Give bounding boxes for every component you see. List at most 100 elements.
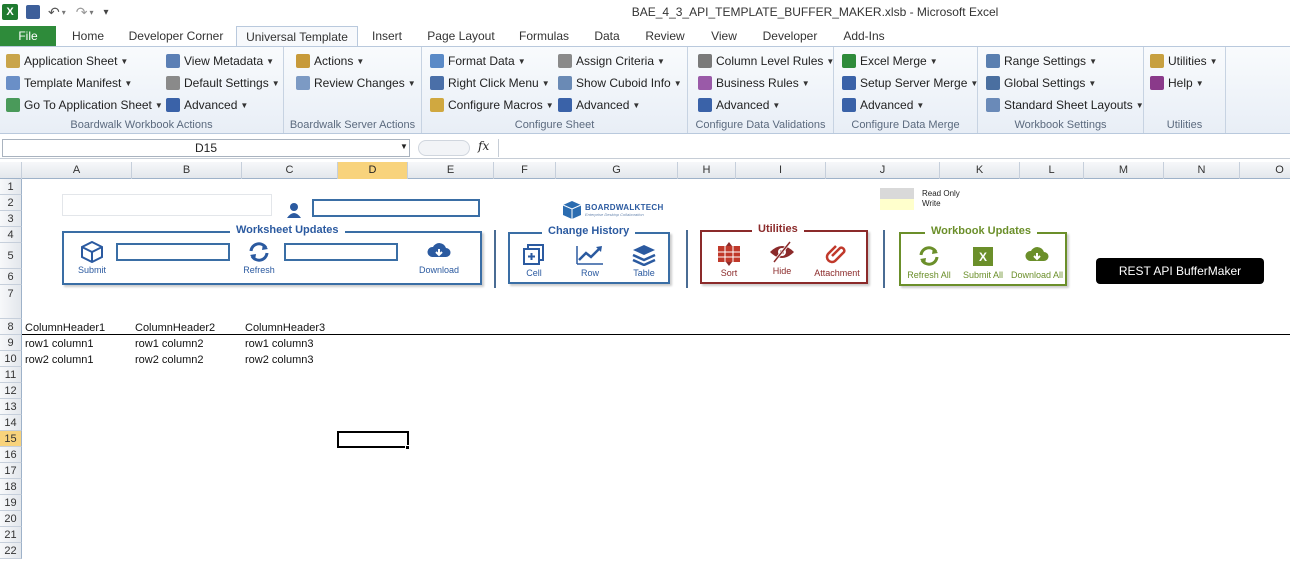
formula-input[interactable] — [498, 139, 1288, 157]
business-rules-button[interactable]: Business Rules ▼ — [698, 74, 810, 92]
row-header[interactable]: 10 — [0, 351, 22, 367]
row-header[interactable]: 9 — [0, 335, 22, 351]
worksheet-input-1[interactable] — [116, 243, 230, 261]
table-cell[interactable]: row2 column2 — [135, 354, 203, 366]
view-metadata-button[interactable]: View Metadata ▼ — [166, 52, 274, 70]
row-header[interactable]: 6 — [0, 269, 22, 285]
row-history-button[interactable]: Row — [572, 244, 608, 278]
column-header[interactable]: I — [736, 162, 826, 179]
table-cell[interactable]: row2 column3 — [245, 354, 313, 366]
column-header[interactable]: A — [22, 162, 132, 179]
submit-all-button[interactable]: X Submit All — [957, 244, 1009, 280]
right-click-menu-button[interactable]: Right Click Menu ▼ — [430, 74, 550, 92]
row-header[interactable]: 5 — [0, 243, 22, 269]
row-header[interactable]: 18 — [0, 479, 22, 495]
table-cell[interactable]: row1 column1 — [25, 338, 93, 350]
table-cell[interactable]: row1 column2 — [135, 338, 203, 350]
table-header[interactable]: ColumnHeader1 — [25, 322, 105, 334]
application-sheet-button[interactable]: Application Sheet ▼ — [6, 52, 128, 70]
submit-button[interactable]: Submit — [74, 240, 110, 275]
setup-server-merge-button[interactable]: Setup Server Merge ▼ — [842, 74, 978, 92]
default-settings-button[interactable]: Default Settings ▼ — [166, 74, 280, 92]
row-header[interactable]: 2 — [0, 195, 22, 211]
template-manifest-button[interactable]: Template Manifest ▼ — [6, 74, 132, 92]
select-all-corner[interactable] — [0, 162, 22, 179]
column-header[interactable]: L — [1020, 162, 1084, 179]
assign-criteria-button[interactable]: Assign Criteria ▼ — [558, 52, 665, 70]
row-header[interactable]: 22 — [0, 543, 22, 559]
actions-button[interactable]: Actions ▼ — [296, 52, 364, 70]
format-data-button[interactable]: Format Data ▼ — [430, 52, 526, 70]
table-header[interactable]: ColumnHeader2 — [135, 322, 215, 334]
tab-file[interactable]: File — [0, 26, 56, 47]
row-header[interactable]: 8 — [0, 319, 22, 335]
tab-developer[interactable]: Developer — [758, 26, 822, 47]
column-header[interactable]: F — [494, 162, 556, 179]
attachment-button[interactable]: Attachment — [812, 242, 862, 278]
row-header[interactable]: 15 — [0, 431, 22, 447]
refresh-all-button[interactable]: Refresh All — [903, 244, 955, 280]
row-header[interactable]: 4 — [0, 227, 22, 243]
login-server-field[interactable] — [62, 194, 272, 216]
column-header[interactable]: H — [678, 162, 736, 179]
row-header[interactable]: 3 — [0, 211, 22, 227]
show-cuboid-info-button[interactable]: Show Cuboid Info ▼ — [558, 74, 682, 92]
rest-api-buffermaker-button[interactable]: REST API BufferMaker — [1096, 258, 1264, 284]
tab-page-layout[interactable]: Page Layout — [424, 26, 498, 47]
tab-universal-template[interactable]: Universal Template — [236, 26, 358, 48]
worksheet-input-2[interactable] — [284, 243, 398, 261]
user-field[interactable] — [312, 199, 480, 217]
formula-expand-handle[interactable] — [418, 140, 470, 156]
fill-handle[interactable] — [405, 445, 410, 450]
tab-review[interactable]: Review — [640, 26, 690, 47]
tab-view[interactable]: View — [704, 26, 744, 47]
hide-button[interactable]: Hide — [762, 240, 802, 276]
name-box-dropdown-icon[interactable]: ▼ — [400, 142, 408, 151]
row-header[interactable]: 13 — [0, 399, 22, 415]
row-header[interactable]: 7 — [0, 285, 22, 319]
tab-insert[interactable]: Insert — [366, 26, 408, 47]
tab-developer-corner[interactable]: Developer Corner — [124, 26, 228, 47]
active-cell[interactable] — [337, 431, 409, 448]
range-settings-button[interactable]: Range Settings ▼ — [986, 52, 1097, 70]
column-header[interactable]: J — [826, 162, 940, 179]
cell-history-button[interactable]: Cell — [516, 244, 552, 278]
go-to-application-sheet-button[interactable]: Go To Application Sheet ▼ — [6, 96, 163, 114]
table-history-button[interactable]: Table — [626, 244, 662, 278]
tab-formulas[interactable]: Formulas — [514, 26, 574, 47]
help-button[interactable]: Help ▼ — [1150, 74, 1204, 92]
table-header[interactable]: ColumnHeader3 — [245, 322, 325, 334]
excel-merge-button[interactable]: Excel Merge ▼ — [842, 52, 938, 70]
column-header[interactable]: B — [132, 162, 242, 179]
column-header[interactable]: M — [1084, 162, 1164, 179]
column-header[interactable]: E — [408, 162, 494, 179]
advanced-button-4[interactable]: Advanced ▼ — [842, 96, 924, 114]
row-header[interactable]: 1 — [0, 179, 22, 195]
row-header[interactable]: 20 — [0, 511, 22, 527]
column-header[interactable]: C — [242, 162, 338, 179]
row-header[interactable]: 16 — [0, 447, 22, 463]
table-cell[interactable]: row1 column3 — [245, 338, 313, 350]
fx-icon[interactable]: fx — [478, 139, 489, 153]
row-header[interactable]: 21 — [0, 527, 22, 543]
row-header[interactable]: 12 — [0, 383, 22, 399]
tab-add-ins[interactable]: Add-Ins — [836, 26, 892, 47]
row-header[interactable]: 17 — [0, 463, 22, 479]
column-header[interactable]: D — [338, 162, 408, 179]
refresh-button[interactable]: Refresh — [238, 241, 280, 275]
column-header[interactable]: K — [940, 162, 1020, 179]
column-level-rules-button[interactable]: Column Level Rules ▼ — [698, 52, 834, 70]
name-box[interactable]: D15 — [2, 139, 410, 157]
global-settings-button[interactable]: Global Settings ▼ — [986, 74, 1096, 92]
sort-button[interactable]: Sort — [708, 242, 750, 278]
advanced-button-1[interactable]: Advanced ▼ — [166, 96, 248, 114]
standard-sheet-layouts-button[interactable]: Standard Sheet Layouts ▼ — [986, 96, 1144, 114]
column-header[interactable]: N — [1164, 162, 1240, 179]
column-header[interactable]: O — [1240, 162, 1290, 179]
download-all-button[interactable]: Download All — [1009, 244, 1065, 280]
tab-home[interactable]: Home — [68, 26, 108, 47]
row-header[interactable]: 14 — [0, 415, 22, 431]
tab-data[interactable]: Data — [588, 26, 626, 47]
review-changes-button[interactable]: Review Changes ▼ — [296, 74, 416, 92]
configure-macros-button[interactable]: Configure Macros ▼ — [430, 96, 554, 114]
